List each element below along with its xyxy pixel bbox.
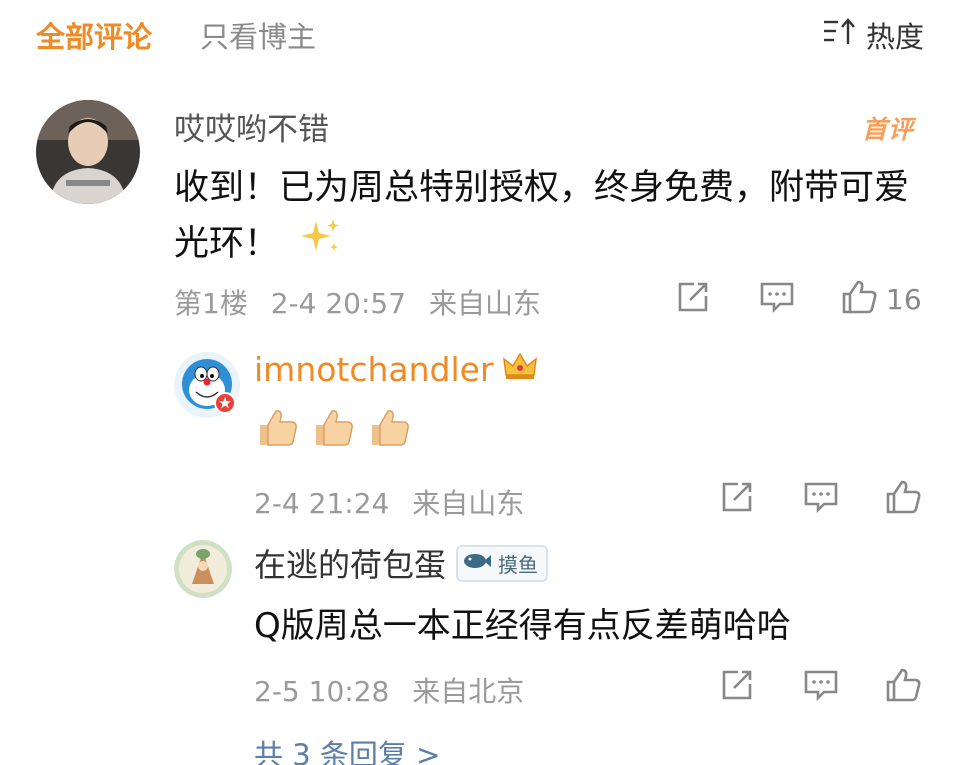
view-more-replies-link[interactable]: 共 3 条回复 > — [254, 732, 440, 765]
reply-text: Q版周总一本正经得有点反差萌哈哈 — [254, 606, 791, 646]
share-button[interactable] — [718, 666, 756, 708]
reply-time: 2-5 10:28 — [254, 675, 390, 708]
reply-time: 2-4 21:24 — [254, 487, 390, 520]
comment-text: 收到！已为周总特别授权，终身免费，附带可爱光环！ — [174, 160, 919, 274]
reply-author-name: 在逃的荷包蛋 — [254, 546, 447, 584]
avatar[interactable] — [36, 100, 140, 204]
sparkles-icon — [298, 217, 342, 274]
user-tag-label: 摸鱼 — [498, 552, 539, 577]
sort-label: 热度 — [865, 20, 924, 54]
comment-text-body: 收到！已为周总特别授权，终身免费，附带可爱光环！ — [174, 168, 910, 264]
reply-meta: 2-5 10:28 来自北京 — [254, 670, 524, 710]
share-icon — [718, 478, 756, 520]
comment-tabs: 全部评论 只看博主 — [36, 14, 316, 56]
thumbs-up-icon — [312, 405, 356, 453]
comment-time: 2-4 20:57 — [270, 287, 407, 320]
reply-author[interactable]: 在逃的荷包蛋 摸鱼 — [254, 540, 549, 586]
reply-emojis — [256, 405, 412, 453]
like-button[interactable] — [884, 478, 922, 520]
sort-button[interactable]: 热度 — [822, 14, 924, 56]
reply-location: 来自北京 — [412, 675, 525, 708]
thumbs-up-outline-icon — [884, 666, 922, 708]
share-icon — [718, 666, 756, 708]
reply-actions — [718, 666, 922, 708]
comment-author[interactable]: 哎哎哟不错 — [174, 104, 329, 149]
reply-button[interactable] — [802, 666, 840, 708]
comment-location: 来自山东 — [428, 287, 541, 320]
like-count: 16 — [886, 282, 922, 316]
tab-author-only[interactable]: 只看博主 — [200, 14, 316, 56]
reply-avatar[interactable] — [174, 540, 232, 598]
comment-icon — [758, 278, 796, 320]
user-tag: 摸鱼 — [456, 544, 549, 582]
crown-icon — [502, 350, 538, 389]
reply-author[interactable]: imnotchandler — [254, 350, 538, 389]
comment-icon — [802, 478, 840, 520]
sort-icon — [822, 16, 858, 55]
thumbs-up-outline-icon — [840, 278, 878, 320]
like-button[interactable] — [884, 666, 922, 708]
reply-meta: 2-4 21:24 来自山东 — [254, 482, 524, 522]
comment-actions: 16 — [674, 278, 922, 320]
comment-icon — [802, 666, 840, 708]
thumbs-up-outline-icon — [884, 478, 922, 520]
thumbs-up-icon — [368, 405, 412, 453]
reply-actions — [718, 478, 922, 520]
comment-meta: 第1楼 2-4 20:57 来自山东 — [174, 282, 541, 322]
fish-icon — [462, 551, 492, 575]
first-comment-badge: 首评 — [861, 115, 914, 144]
comment-floor: 第1楼 — [174, 287, 248, 320]
thumbs-up-icon — [256, 405, 300, 453]
tab-all-comments[interactable]: 全部评论 — [36, 14, 152, 56]
share-icon — [674, 278, 712, 320]
share-button[interactable] — [674, 278, 712, 320]
share-button[interactable] — [718, 478, 756, 520]
reply-location: 来自山东 — [412, 487, 525, 520]
reply-author-name: imnotchandler — [254, 350, 494, 389]
reply-button[interactable] — [802, 478, 840, 520]
verified-badge-icon — [214, 392, 236, 414]
like-button[interactable]: 16 — [840, 278, 922, 320]
reply-button[interactable] — [758, 278, 796, 320]
